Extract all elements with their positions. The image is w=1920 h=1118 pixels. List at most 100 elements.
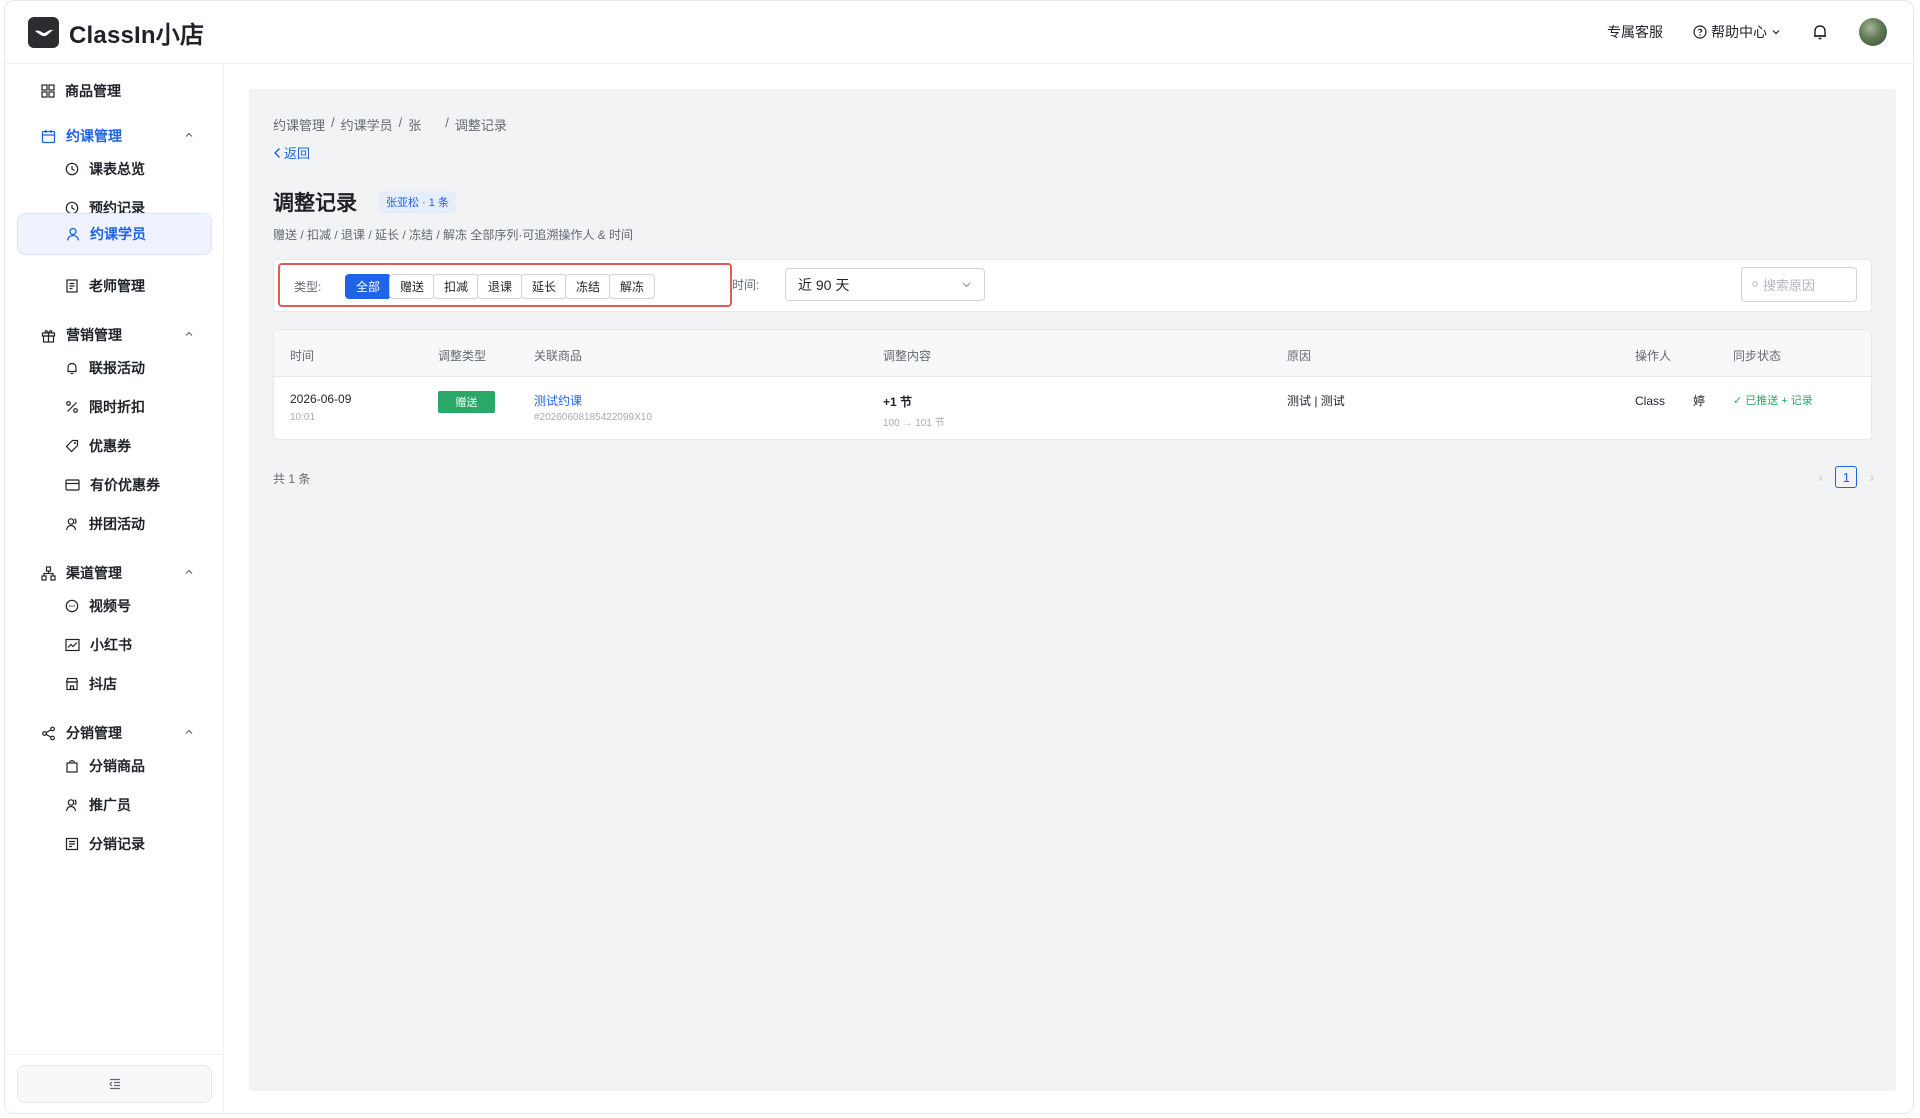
operator-name: Class 婷	[1635, 392, 1705, 409]
bell-icon[interactable]	[1811, 23, 1829, 41]
sidebar-item-paid-coupon[interactable]: 有价优惠券	[17, 464, 212, 506]
product-link[interactable]: 测试约课	[534, 392, 582, 409]
app-name: ClassIn小店	[69, 21, 205, 49]
breadcrumb-students[interactable]: 约课学员	[341, 115, 393, 134]
reason-search-input[interactable]: 搜索原因	[1741, 267, 1857, 302]
sidebar-item-label: 拼团活动	[89, 516, 145, 532]
sidebar-item-douyin[interactable]: 抖店	[17, 663, 212, 705]
sidebar: 商品管理 约课管理 课表总览 预约记录 约课学员 老师管理 营销管理 联报活动 …	[5, 64, 224, 1113]
help-center-menu[interactable]: 帮助中心	[1693, 22, 1781, 42]
sidebar-item-label: 有价优惠券	[90, 477, 160, 493]
column-header-type: 调整类型	[438, 349, 487, 363]
card-icon	[65, 479, 80, 491]
student-count-badge: 张亚松 · 1 条	[379, 191, 456, 213]
back-link[interactable]: 返回	[273, 143, 310, 162]
sidebar-item-label: 小红书	[90, 637, 132, 653]
time-filter-label: 时间:	[732, 278, 760, 292]
breadcrumb: 约课管理 / 约课学员 / 张 / 调整记录	[273, 115, 507, 134]
help-center-label: 帮助中心	[1711, 24, 1767, 40]
sidebar-item-coupon[interactable]: 优惠券	[17, 425, 212, 467]
clock-icon	[65, 162, 79, 176]
chevron-up-icon	[185, 132, 193, 137]
list-document-icon	[65, 837, 79, 851]
sidebar-item-teacher-management[interactable]: 老师管理	[17, 265, 212, 307]
sidebar-item-label: 老师管理	[89, 278, 145, 294]
breadcrumb-separator: /	[331, 115, 335, 130]
classin-logo-icon	[28, 16, 59, 48]
sidebar-item-label: 优惠券	[89, 438, 131, 454]
tag-icon	[65, 439, 79, 453]
chat-bubble-icon	[65, 599, 79, 613]
adjustment-type-tag: 赠送	[438, 391, 495, 413]
customer-service-link[interactable]: 专属客服	[1607, 22, 1663, 42]
sidebar-item-promoters[interactable]: 推广员	[17, 784, 212, 826]
column-header-content: 调整内容	[883, 349, 932, 363]
calendar-icon	[41, 129, 56, 143]
app-window: ClassIn小店 专属客服 帮助中心 商品管理 约课管理 课表总览 预约记录 …	[4, 0, 1914, 1114]
trend-chart-icon	[65, 638, 80, 652]
sidebar-item-label: 推广员	[89, 797, 131, 813]
search-placeholder: 搜索原因	[1763, 278, 1816, 293]
product-id: #20260608185422099X10	[534, 412, 652, 423]
nav-group-products[interactable]: 商品管理	[5, 71, 224, 111]
user-avatar[interactable]	[1859, 18, 1887, 46]
operator-suffix: 婷	[1693, 394, 1706, 408]
sidebar-item-label: 分销商品	[89, 758, 145, 774]
question-circle-icon	[1693, 25, 1707, 39]
breadcrumb-student[interactable]: 张	[408, 115, 439, 134]
sidebar-collapse-button[interactable]	[17, 1065, 212, 1103]
grid-icon	[41, 84, 55, 98]
sidebar-item-xiaohongshu[interactable]: 小红书	[17, 624, 212, 666]
next-page-icon[interactable]: ›	[1869, 469, 1874, 485]
sidebar-item-schedule-overview[interactable]: 课表总览	[17, 148, 212, 190]
row-time: 10:01	[290, 412, 316, 423]
sidebar-item-group-buy[interactable]: 拼团活动	[17, 503, 212, 545]
main-content: 约课管理 / 约课学员 / 张 / 调整记录 返回 调整记录 张亚松 · 1 条…	[249, 89, 1896, 1091]
type-filter-label: 类型:	[294, 280, 322, 294]
type-filter-all[interactable]: 全部	[345, 274, 391, 299]
sidebar-item-flash-discount[interactable]: 限时折扣	[17, 386, 212, 428]
type-filter-refund[interactable]: 退课	[477, 274, 523, 299]
bell-icon	[67, 362, 77, 375]
column-header-product: 关联商品	[534, 349, 583, 363]
chevron-left-icon	[274, 147, 280, 158]
sidebar-item-joint-signup[interactable]: 联报活动	[17, 347, 212, 389]
row-date: 2026-06-09	[290, 392, 352, 406]
nav-group-label: 约课管理	[66, 128, 122, 144]
sidebar-item-booking-students[interactable]: 约课学员	[17, 213, 212, 255]
operator-prefix: Class	[1635, 394, 1666, 408]
document-icon	[66, 279, 78, 293]
breadcrumb-student-name: 张	[408, 118, 422, 133]
brand[interactable]: ClassIn小店	[28, 15, 204, 50]
chevron-down-icon	[962, 282, 971, 288]
sidebar-divider	[5, 1054, 223, 1055]
gift-icon	[41, 329, 56, 343]
column-header-time: 时间	[290, 349, 315, 363]
page-subtitle: 赠送 / 扣减 / 退课 / 延长 / 冻结 / 解冻 全部序列·可追溯操作人 …	[273, 228, 634, 242]
sidebar-item-label: 限时折扣	[89, 399, 145, 415]
time-range-select[interactable]: 近 90 天	[785, 268, 985, 301]
type-filter-extend[interactable]: 延长	[521, 274, 567, 299]
prev-page-icon[interactable]: ‹	[1819, 469, 1824, 485]
adjustment-detail: 100 → 101 节	[883, 418, 945, 429]
column-header-reason: 原因	[1287, 349, 1312, 363]
sidebar-item-label: 课表总览	[89, 161, 145, 177]
type-filter-deduct[interactable]: 扣减	[433, 274, 479, 299]
sidebar-item-label: 抖店	[89, 676, 117, 692]
type-filter-unfreeze[interactable]: 解冻	[609, 274, 655, 299]
breadcrumb-booking[interactable]: 约课管理	[273, 115, 325, 134]
sidebar-item-label: 约课学员	[90, 226, 146, 242]
sidebar-item-dist-products[interactable]: 分销商品	[17, 745, 212, 787]
percent-icon	[66, 401, 78, 413]
users-icon	[65, 799, 77, 812]
breadcrumb-separator: /	[398, 115, 403, 130]
sidebar-item-dist-records[interactable]: 分销记录	[17, 823, 212, 865]
sidebar-item-label: 分销记录	[89, 836, 145, 852]
search-icon	[1752, 281, 1758, 287]
type-filter-gift[interactable]: 赠送	[389, 274, 435, 299]
adjustment-amount: +1 节	[883, 395, 913, 409]
type-filter-freeze[interactable]: 冻结	[565, 274, 611, 299]
sidebar-item-channels[interactable]: 视频号	[17, 585, 212, 627]
breadcrumb-separator: /	[445, 115, 449, 130]
page-number[interactable]: 1	[1835, 466, 1858, 488]
